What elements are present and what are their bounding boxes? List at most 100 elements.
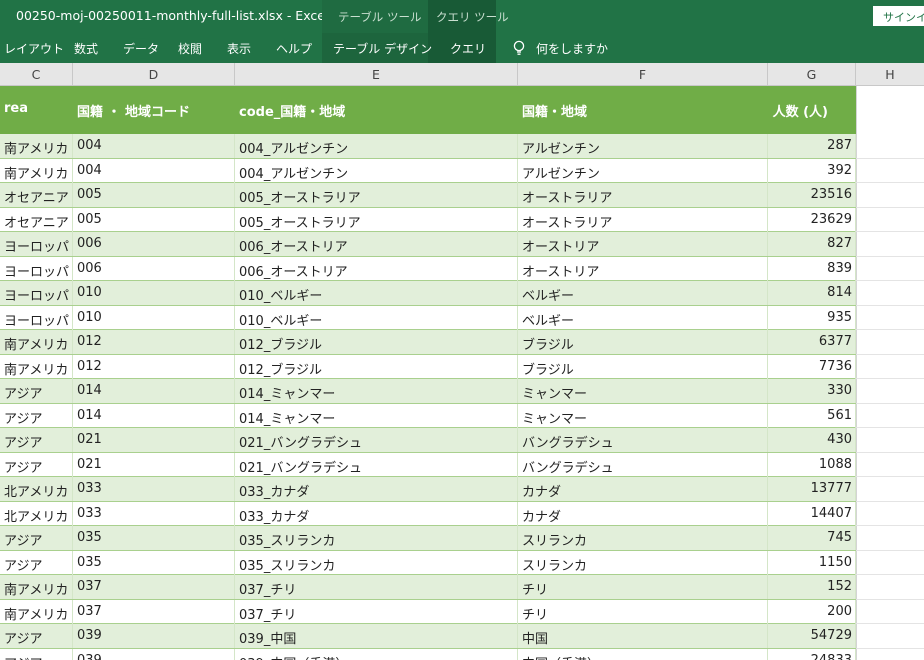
cell-area[interactable]: アジア bbox=[0, 550, 73, 575]
cell-area[interactable]: オセアニア bbox=[0, 183, 73, 207]
cell-count[interactable]: 839 bbox=[768, 256, 856, 281]
cell-count[interactable]: 827 bbox=[768, 232, 856, 256]
cell-country-code[interactable]: 006 bbox=[73, 232, 235, 256]
tab-table-design[interactable]: テーブル デザイン bbox=[333, 33, 432, 63]
cell-count[interactable]: 152 bbox=[768, 575, 856, 599]
cell-code-country[interactable]: 037_チリ bbox=[235, 599, 518, 624]
cell-code-country[interactable]: 005_オーストラリア bbox=[235, 207, 518, 232]
cell-code-country[interactable]: 037_チリ bbox=[235, 575, 518, 599]
cell-area[interactable]: オセアニア bbox=[0, 207, 73, 232]
cell-area[interactable]: 北アメリカ bbox=[0, 501, 73, 526]
cell-area[interactable]: 南アメリカ bbox=[0, 330, 73, 354]
cell-country[interactable]: バングラデシュ bbox=[518, 452, 768, 477]
tab-review[interactable]: 校閲 bbox=[178, 33, 202, 63]
cell-count[interactable]: 54729 bbox=[768, 624, 856, 648]
cell-count[interactable]: 1150 bbox=[768, 550, 856, 575]
cell-code-country[interactable]: 006_オーストリア bbox=[235, 232, 518, 256]
cell-code-country[interactable]: 004_アルゼンチン bbox=[235, 158, 518, 183]
cell-country-code[interactable]: 033 bbox=[73, 477, 235, 501]
cell-country-code[interactable]: 005 bbox=[73, 207, 235, 232]
column-header-g[interactable]: G bbox=[768, 63, 856, 86]
cell-count[interactable]: 200 bbox=[768, 599, 856, 624]
cell-country[interactable]: ブラジル bbox=[518, 354, 768, 379]
cell-country-code[interactable]: 012 bbox=[73, 354, 235, 379]
cell-count[interactable]: 6377 bbox=[768, 330, 856, 354]
cell-country-code[interactable]: 037 bbox=[73, 599, 235, 624]
column-header-c[interactable]: C bbox=[0, 63, 73, 86]
cell-count[interactable]: 814 bbox=[768, 281, 856, 305]
cell-code-country[interactable]: 006_オーストリア bbox=[235, 256, 518, 281]
cell-count[interactable]: 13777 bbox=[768, 477, 856, 501]
cell-country[interactable]: 中国（香港） bbox=[518, 648, 768, 660]
cell-country-code[interactable]: 039 bbox=[73, 648, 235, 660]
cell-country[interactable]: ミャンマー bbox=[518, 403, 768, 428]
cell-country-code[interactable]: 039 bbox=[73, 624, 235, 648]
cell-country[interactable]: オーストラリア bbox=[518, 207, 768, 232]
cell-country-code[interactable]: 014 bbox=[73, 403, 235, 428]
header-count[interactable]: 人数 (人) bbox=[768, 86, 856, 134]
cell-code-country[interactable]: 039_中国（香港） bbox=[235, 648, 518, 660]
cell-code-country[interactable]: 021_バングラデシュ bbox=[235, 452, 518, 477]
cell-country-code[interactable]: 004 bbox=[73, 134, 235, 158]
cell-country[interactable]: スリランカ bbox=[518, 550, 768, 575]
cell-country-code[interactable]: 005 bbox=[73, 183, 235, 207]
cell-country-code[interactable]: 010 bbox=[73, 305, 235, 330]
cell-area[interactable]: ヨーロッパ bbox=[0, 305, 73, 330]
cell-code-country[interactable]: 039_中国 bbox=[235, 624, 518, 648]
cell-area[interactable]: アジア bbox=[0, 428, 73, 452]
cell-count[interactable]: 23629 bbox=[768, 207, 856, 232]
cell-code-country[interactable]: 005_オーストラリア bbox=[235, 183, 518, 207]
cell-country[interactable]: チリ bbox=[518, 599, 768, 624]
cell-country-code[interactable]: 004 bbox=[73, 158, 235, 183]
cell-country[interactable]: チリ bbox=[518, 575, 768, 599]
cell-area[interactable]: アジア bbox=[0, 526, 73, 550]
tab-help[interactable]: ヘルプ bbox=[276, 33, 312, 63]
cell-count[interactable]: 7736 bbox=[768, 354, 856, 379]
tell-me-search[interactable]: 何をしますか bbox=[536, 33, 608, 63]
cell-code-country[interactable]: 012_ブラジル bbox=[235, 330, 518, 354]
cell-area[interactable]: 南アメリカ bbox=[0, 575, 73, 599]
cell-count[interactable]: 1088 bbox=[768, 452, 856, 477]
tab-data[interactable]: データ bbox=[123, 33, 159, 63]
cell-area[interactable]: アジア bbox=[0, 403, 73, 428]
cell-country[interactable]: オーストリア bbox=[518, 256, 768, 281]
cell-count[interactable]: 23516 bbox=[768, 183, 856, 207]
cell-count[interactable]: 287 bbox=[768, 134, 856, 158]
cell-country[interactable]: アルゼンチン bbox=[518, 158, 768, 183]
cell-country-code[interactable]: 021 bbox=[73, 452, 235, 477]
cell-code-country[interactable]: 004_アルゼンチン bbox=[235, 134, 518, 158]
cell-area[interactable]: 南アメリカ bbox=[0, 599, 73, 624]
cell-code-country[interactable]: 014_ミャンマー bbox=[235, 379, 518, 403]
header-country[interactable]: 国籍・地域 bbox=[518, 86, 768, 134]
cell-area[interactable]: ヨーロッパ bbox=[0, 232, 73, 256]
cell-country[interactable]: オーストラリア bbox=[518, 183, 768, 207]
cell-code-country[interactable]: 021_バングラデシュ bbox=[235, 428, 518, 452]
cell-code-country[interactable]: 033_カナダ bbox=[235, 501, 518, 526]
header-country-code[interactable]: 国籍 ・ 地域コード bbox=[73, 86, 235, 134]
cell-area[interactable]: ヨーロッパ bbox=[0, 256, 73, 281]
cell-country-code[interactable]: 035 bbox=[73, 526, 235, 550]
cell-code-country[interactable]: 010_ベルギー bbox=[235, 305, 518, 330]
cell-code-country[interactable]: 014_ミャンマー bbox=[235, 403, 518, 428]
cell-country[interactable]: アルゼンチン bbox=[518, 134, 768, 158]
cell-count[interactable]: 935 bbox=[768, 305, 856, 330]
cell-area[interactable]: 北アメリカ bbox=[0, 477, 73, 501]
cell-country-code[interactable]: 035 bbox=[73, 550, 235, 575]
cell-country-code[interactable]: 037 bbox=[73, 575, 235, 599]
cell-country-code[interactable]: 006 bbox=[73, 256, 235, 281]
tab-formulas[interactable]: 数式 bbox=[74, 33, 98, 63]
tab-layout[interactable]: レイアウト bbox=[4, 33, 64, 63]
cell-country-code[interactable]: 033 bbox=[73, 501, 235, 526]
cell-code-country[interactable]: 033_カナダ bbox=[235, 477, 518, 501]
cell-count[interactable]: 430 bbox=[768, 428, 856, 452]
cell-country[interactable]: ベルギー bbox=[518, 281, 768, 305]
cell-area[interactable]: アジア bbox=[0, 648, 73, 660]
cell-count[interactable]: 330 bbox=[768, 379, 856, 403]
signin-button[interactable]: サインイン bbox=[873, 6, 924, 26]
lightbulb-icon[interactable] bbox=[512, 40, 526, 56]
cell-count[interactable]: 745 bbox=[768, 526, 856, 550]
cell-area[interactable]: 南アメリカ bbox=[0, 134, 73, 158]
cell-country[interactable]: ミャンマー bbox=[518, 379, 768, 403]
cell-country[interactable]: バングラデシュ bbox=[518, 428, 768, 452]
cell-count[interactable]: 24833 bbox=[768, 648, 856, 660]
